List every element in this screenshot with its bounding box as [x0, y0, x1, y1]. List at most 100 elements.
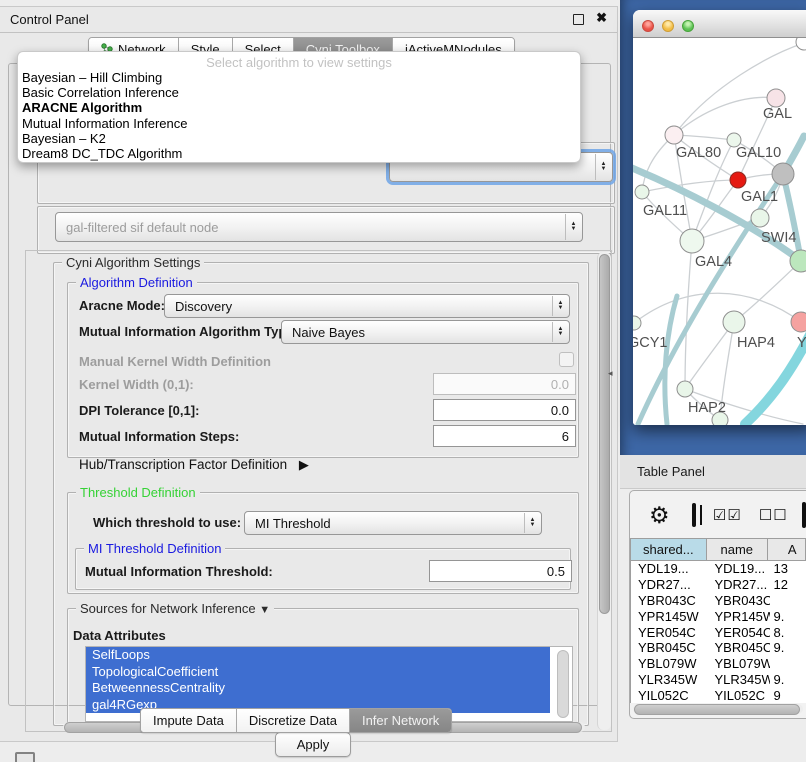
- node-label-gal10: GAL10: [736, 145, 781, 161]
- mi-steps-field[interactable]: 6: [433, 425, 576, 447]
- table-cell: 9: [770, 688, 806, 703]
- control-panel-title: Control Panel: [10, 12, 89, 27]
- manual-kernel-label: Manual Kernel Width Definition: [79, 354, 271, 369]
- table-cell: YBR045C: [707, 640, 769, 655]
- hub-definition-toggle[interactable]: Hub/Transcription Factor Definition ▶: [79, 457, 309, 473]
- splitter-collapse-icon[interactable]: ◂: [608, 368, 613, 379]
- table-row[interactable]: YLR345WYLR345W9.: [631, 672, 806, 688]
- table-row[interactable]: YBR043CYBR043C: [631, 593, 806, 609]
- network-node[interactable]: [677, 381, 693, 397]
- close-icon[interactable]: ✖: [596, 10, 607, 26]
- data-attributes-label: Data Attributes: [73, 628, 166, 643]
- close-traffic-light[interactable]: [642, 20, 654, 32]
- aracne-mode-combo[interactable]: Discovery ▲▼: [164, 294, 570, 318]
- sources-toggle[interactable]: Sources for Network Inference ▼: [76, 601, 274, 616]
- table-row[interactable]: YBR045CYBR045C9.: [631, 640, 806, 656]
- table-cell: YBR043C: [707, 593, 769, 608]
- settings-vertical-scrollbar[interactable]: [597, 252, 611, 730]
- minimize-traffic-light[interactable]: [662, 20, 674, 32]
- table-horizontal-scrollbar[interactable]: [633, 704, 803, 714]
- algorithm-option-aracne-algorithm[interactable]: ARACNE Algorithm: [18, 100, 580, 115]
- gear-icon[interactable]: ⚙: [649, 502, 670, 529]
- column-header-shared[interactable]: shared...: [631, 539, 707, 560]
- which-threshold-combo[interactable]: MI Threshold ▲▼: [244, 511, 542, 535]
- network-node[interactable]: [772, 163, 794, 185]
- algorithm-option-bayesian-hill-climbing[interactable]: Bayesian – Hill Climbing: [18, 70, 580, 85]
- network-node[interactable]: [796, 38, 806, 50]
- dpi-tolerance-value: 0.0: [551, 403, 569, 418]
- scrollbar-thumb[interactable]: [634, 704, 800, 715]
- table-cell: YDL19...: [631, 561, 707, 576]
- table-row[interactable]: YPR145WYPR145W9.: [631, 608, 806, 624]
- network-edge[interactable]: [734, 261, 801, 322]
- bottom-tab-infer-network[interactable]: Infer Network: [350, 709, 451, 732]
- algorithm-option-mutual-information-inference[interactable]: Mutual Information Inference: [18, 116, 580, 131]
- network-edge[interactable]: [685, 322, 734, 389]
- mi-type-combo[interactable]: Naive Bayes ▲▼: [281, 320, 570, 344]
- control-panel-titlebar[interactable]: Control Panel ✖: [0, 7, 617, 33]
- algorithm-option-dream8-dc-tdc-algorithm[interactable]: Dream8 DC_TDC Algorithm: [18, 146, 580, 161]
- dpi-tolerance-field[interactable]: 0.0: [433, 399, 576, 421]
- network-edge[interactable]: [685, 241, 692, 389]
- column-header-name[interactable]: name: [707, 539, 768, 560]
- combo-arrows-icon: ▲▼: [524, 513, 540, 533]
- checked-columns-icon[interactable]: ☑☑: [713, 506, 742, 524]
- float-icon[interactable]: [573, 14, 584, 25]
- table-row[interactable]: YBL079WYBL079W: [631, 656, 806, 672]
- apply-button[interactable]: Apply: [275, 732, 351, 757]
- algorithm-definition-title: Algorithm Definition: [76, 275, 197, 290]
- attribute-item-selfloops[interactable]: SelfLoops: [86, 647, 550, 664]
- kernel-width-label: Kernel Width (0,1):: [79, 377, 194, 392]
- algorithm-option-basic-correlation-inference[interactable]: Basic Correlation Inference: [18, 85, 580, 100]
- mi-threshold-value: 0.5: [547, 564, 565, 579]
- kernel-width-value: 0.0: [551, 377, 569, 392]
- scrollbar-thumb[interactable]: [599, 254, 610, 614]
- network-node[interactable]: [723, 311, 745, 333]
- table-cell: YBL079W: [631, 656, 707, 671]
- algorithm-option-bayesian-k2[interactable]: Bayesian – K2: [18, 131, 580, 146]
- table-row[interactable]: YDR27...YDR27...12: [631, 577, 806, 593]
- minimized-window-icon[interactable]: [15, 752, 35, 762]
- mi-threshold-title: MI Threshold Definition: [84, 541, 225, 556]
- table-cell: YER054C: [631, 625, 707, 640]
- network-canvas[interactable]: GALGAL80GAL10GAL1GAL11SWI4GAL4GCY1HAP4YH…: [633, 38, 806, 425]
- table-toolbar: ⚙ ☑☑ ☐☐: [629, 494, 806, 536]
- node-label-swi4: SWI4: [761, 230, 796, 246]
- mi-threshold-field[interactable]: 0.5: [429, 560, 572, 582]
- table-cell: YDR27...: [631, 577, 707, 592]
- network-node[interactable]: [635, 185, 649, 199]
- table-cell: YPR145W: [631, 609, 707, 624]
- network-source-combo[interactable]: gal-filtered sif default node ▲▼: [55, 212, 583, 242]
- network-node[interactable]: [751, 209, 769, 227]
- cyni-settings-title: Cyni Algorithm Settings: [62, 255, 204, 270]
- table-cell: YLR345W: [631, 672, 707, 687]
- list-scrollbar[interactable]: [557, 650, 569, 718]
- split-columns-icon[interactable]: [692, 503, 696, 527]
- network-node[interactable]: [665, 126, 683, 144]
- zoom-traffic-light[interactable]: [682, 20, 694, 32]
- network-node[interactable]: [767, 89, 785, 107]
- table-cell: 9.: [770, 609, 806, 624]
- network-node[interactable]: [730, 172, 746, 188]
- column-header-a[interactable]: A: [768, 539, 806, 560]
- table-row[interactable]: YER054CYER054C8.: [631, 624, 806, 640]
- attribute-item-betweennesscentrality[interactable]: BetweennessCentrality: [86, 680, 550, 697]
- kernel-width-field[interactable]: 0.0: [433, 373, 576, 395]
- bottom-tab-impute-data[interactable]: Impute Data: [141, 709, 237, 732]
- manual-kernel-checkbox[interactable]: [559, 352, 574, 367]
- algorithm-popup: Select algorithm to view settings Bayesi…: [17, 51, 581, 163]
- network-window-titlebar[interactable]: [633, 10, 806, 38]
- document-icon[interactable]: [802, 502, 806, 528]
- apply-button-label: Apply: [297, 737, 330, 752]
- network-source-value: gal-filtered sif default node: [66, 220, 218, 235]
- which-threshold-value: MI Threshold: [255, 516, 331, 531]
- bottom-tab-discretize-data[interactable]: Discretize Data: [237, 709, 350, 732]
- table-row[interactable]: YIL052CYIL052C9: [631, 687, 806, 703]
- network-node[interactable]: [680, 229, 704, 253]
- table-row[interactable]: YDL19...YDL19...13: [631, 561, 806, 577]
- node-label-gal4: GAL4: [695, 254, 732, 270]
- unchecked-columns-icon[interactable]: ☐☐: [759, 506, 788, 524]
- attribute-item-topologicalcoefficient[interactable]: TopologicalCoefficient: [86, 664, 550, 681]
- network-node[interactable]: [791, 312, 806, 332]
- network-edge[interactable]: [634, 293, 801, 323]
